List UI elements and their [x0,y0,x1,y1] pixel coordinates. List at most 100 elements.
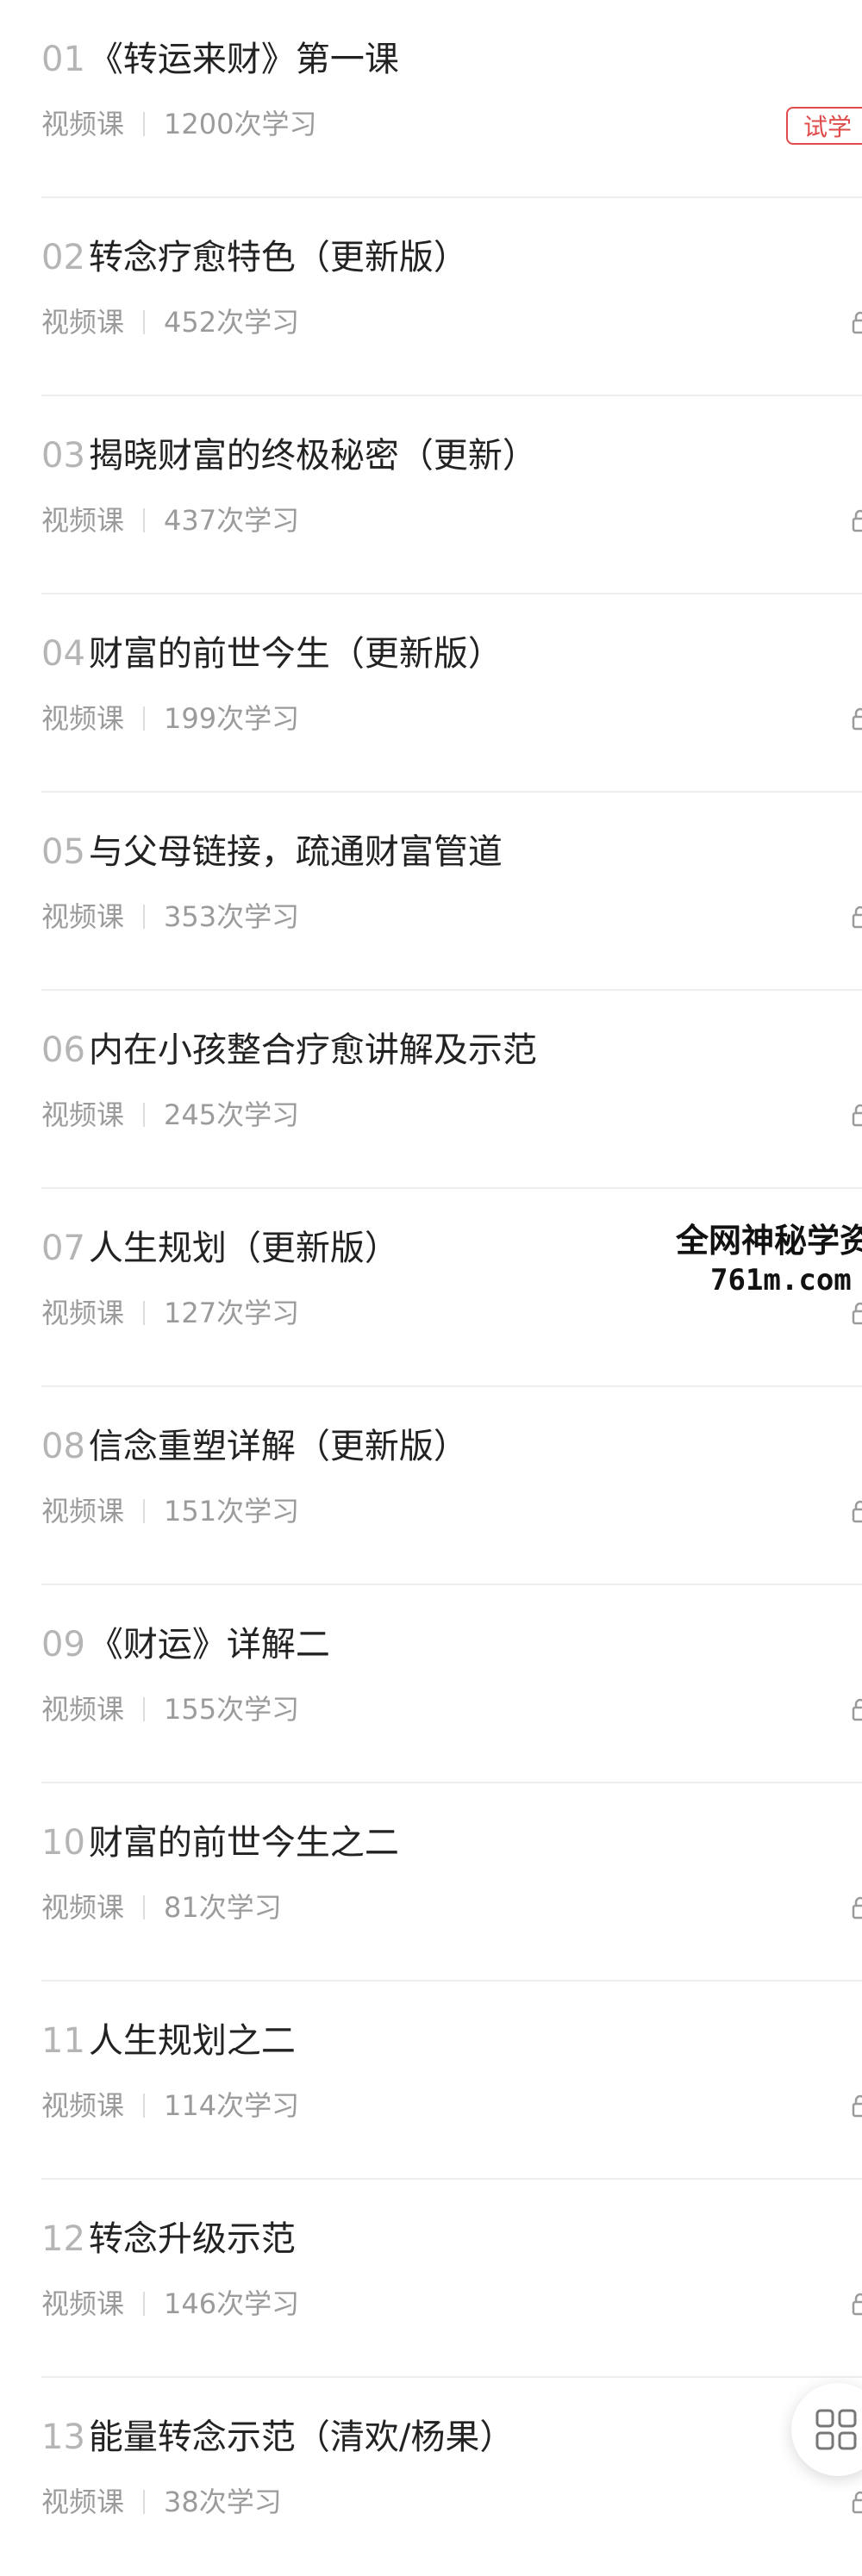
lesson-title-row: 06 内在小孩整合疗愈讲解及示范 [41,1029,537,1072]
watermark: 全网神秘学资 761m.com [676,1220,862,1299]
lesson-meta: 视频课 199次学习 [41,701,299,736]
meta-separator [143,1103,146,1127]
lesson-views: 1200次学习 [164,108,317,140]
lock-icon [852,2491,862,2514]
lesson-number: 06 [41,1030,85,1070]
lesson-views: 155次学习 [164,1693,300,1726]
lesson-meta: 视频课 114次学习 [41,2088,299,2123]
lesson-item[interactable]: 09 《财运》详解二 视频课 155次学习 [0,1585,862,1783]
lock-icon [852,707,862,731]
lesson-meta: 视频课 452次学习 [41,305,299,339]
lesson-number: 01 [41,40,85,79]
lesson-number: 08 [41,1427,85,1466]
lesson-item[interactable]: 10 财富的前世今生之二 视频课 81次学习 [0,1783,862,1982]
lesson-title-row: 04 财富的前世今生（更新版） [41,632,503,675]
lesson-number: 09 [41,1625,85,1664]
lock-icon [852,1302,862,1325]
lesson-item[interactable]: 04 财富的前世今生（更新版） 视频课 199次学习 [0,594,862,793]
lesson-number: 13 [41,2417,85,2457]
lesson-views: 437次学习 [164,504,300,537]
lesson-views: 452次学习 [164,306,300,339]
lesson-item[interactable]: 02 转念疗愈特色（更新版） 视频课 452次学习 [0,198,862,396]
lesson-number: 10 [41,1823,85,1863]
lesson-item[interactable]: 08 信念重塑详解（更新版） 视频课 151次学习 [0,1387,862,1585]
lesson-title-row: 11 人生规划之二 [41,2019,296,2063]
lesson-number: 03 [41,436,85,476]
lesson-item[interactable]: 12 转念升级示范 视频课 146次学习 [0,2180,862,2378]
lock-icon [852,1896,862,1920]
lesson-item[interactable]: 03 揭晓财富的终极秘密（更新） 视频课 437次学习 [0,396,862,594]
lesson-title-row: 05 与父母链接，疏通财富管道 [41,831,503,874]
lesson-title-row: 13 能量转念示范（清欢/杨果） [41,2416,514,2459]
trial-badge[interactable]: 试学 [786,107,862,145]
lesson-views: 151次学习 [164,1495,300,1528]
lesson-title-row: 02 转念疗愈特色（更新版） [41,236,468,279]
lesson-meta: 视频课 146次学习 [41,2287,299,2321]
lesson-title: 内在小孩整合疗愈讲解及示范 [88,1030,537,1070]
lesson-meta: 视频课 353次学习 [41,899,299,934]
lock-icon [852,905,862,929]
lesson-item[interactable]: 11 人生规划之二 视频课 114次学习 [0,1982,862,2180]
lesson-title-row: 10 财富的前世今生之二 [41,1821,399,1864]
lesson-views: 38次学习 [164,2486,282,2518]
lock-icon [852,1500,862,1523]
lesson-title: 转念疗愈特色（更新版） [88,238,468,277]
lesson-title-row: 09 《财运》详解二 [41,1623,330,1666]
lesson-views: 245次学习 [164,1098,300,1131]
lock-icon [852,1104,862,1127]
lesson-views: 146次学习 [164,2287,300,2320]
lesson-item[interactable]: 01 《转运来财》第一课 视频课 1200次学习 试学 [0,0,862,198]
lesson-title: 与父母链接，疏通财富管道 [88,832,503,872]
meta-separator [143,310,146,334]
meta-separator [143,1499,146,1523]
lesson-item[interactable]: 13 能量转念示范（清欢/杨果） 视频课 38次学习 [0,2378,862,2576]
lesson-item[interactable]: 06 内在小孩整合疗愈讲解及示范 视频课 245次学习 [0,991,862,1189]
lesson-title-row: 08 信念重塑详解（更新版） [41,1425,468,1468]
meta-separator [143,1697,146,1721]
lesson-type: 视频课 [41,2089,125,2122]
lesson-meta: 视频课 127次学习 [41,1296,299,1330]
watermark-line1: 全网神秘学资 [676,1222,862,1260]
lesson-title: 转念升级示范 [88,2219,296,2259]
lesson-views: 81次学习 [164,1891,282,1924]
lesson-title-row: 07 人生规划（更新版） [41,1227,399,1270]
lesson-views: 199次学习 [164,702,300,735]
lesson-type: 视频课 [41,702,125,735]
lesson-meta: 视频课 38次学习 [41,2485,282,2519]
meta-separator [143,2292,146,2316]
lesson-title-row: 01 《转运来财》第一课 [41,38,399,81]
lesson-title: 揭晓财富的终极秘密（更新） [88,436,537,476]
lesson-meta: 视频课 245次学习 [41,1098,299,1132]
meta-separator [143,905,146,929]
lesson-meta: 视频课 81次学习 [41,1890,282,1925]
meta-separator [143,706,146,731]
lesson-meta: 视频课 437次学习 [41,503,299,538]
lesson-number: 07 [41,1229,85,1268]
lesson-title: 人生规划之二 [88,2021,296,2061]
meta-separator [143,508,146,532]
lesson-views: 114次学习 [164,2089,300,2122]
lesson-title: 财富的前世今生（更新版） [88,634,503,674]
lesson-meta: 视频课 155次学习 [41,1692,299,1727]
lesson-type: 视频课 [41,504,125,537]
lesson-title: 能量转念示范（清欢/杨果） [88,2417,515,2457]
lock-icon [852,2094,862,2118]
lesson-number: 02 [41,238,85,277]
lesson-type: 视频课 [41,1495,125,1528]
lesson-meta: 视频课 151次学习 [41,1494,299,1528]
lesson-title: 人生规划（更新版） [88,1229,399,1268]
lesson-number: 04 [41,634,85,674]
meta-separator [143,2490,146,2514]
meta-separator [143,2094,146,2118]
lesson-type: 视频课 [41,1693,125,1726]
lock-icon [852,2293,862,2316]
grid-menu-icon [815,2409,857,2450]
lesson-type: 视频课 [41,108,125,140]
lock-icon [852,311,862,334]
lesson-item[interactable]: 05 与父母链接，疏通财富管道 视频课 353次学习 [0,793,862,991]
lesson-number: 12 [41,2219,85,2259]
lesson-meta: 视频课 1200次学习 [41,107,316,141]
lesson-type: 视频课 [41,900,125,933]
meta-separator [143,112,146,136]
lesson-type: 视频课 [41,1098,125,1131]
